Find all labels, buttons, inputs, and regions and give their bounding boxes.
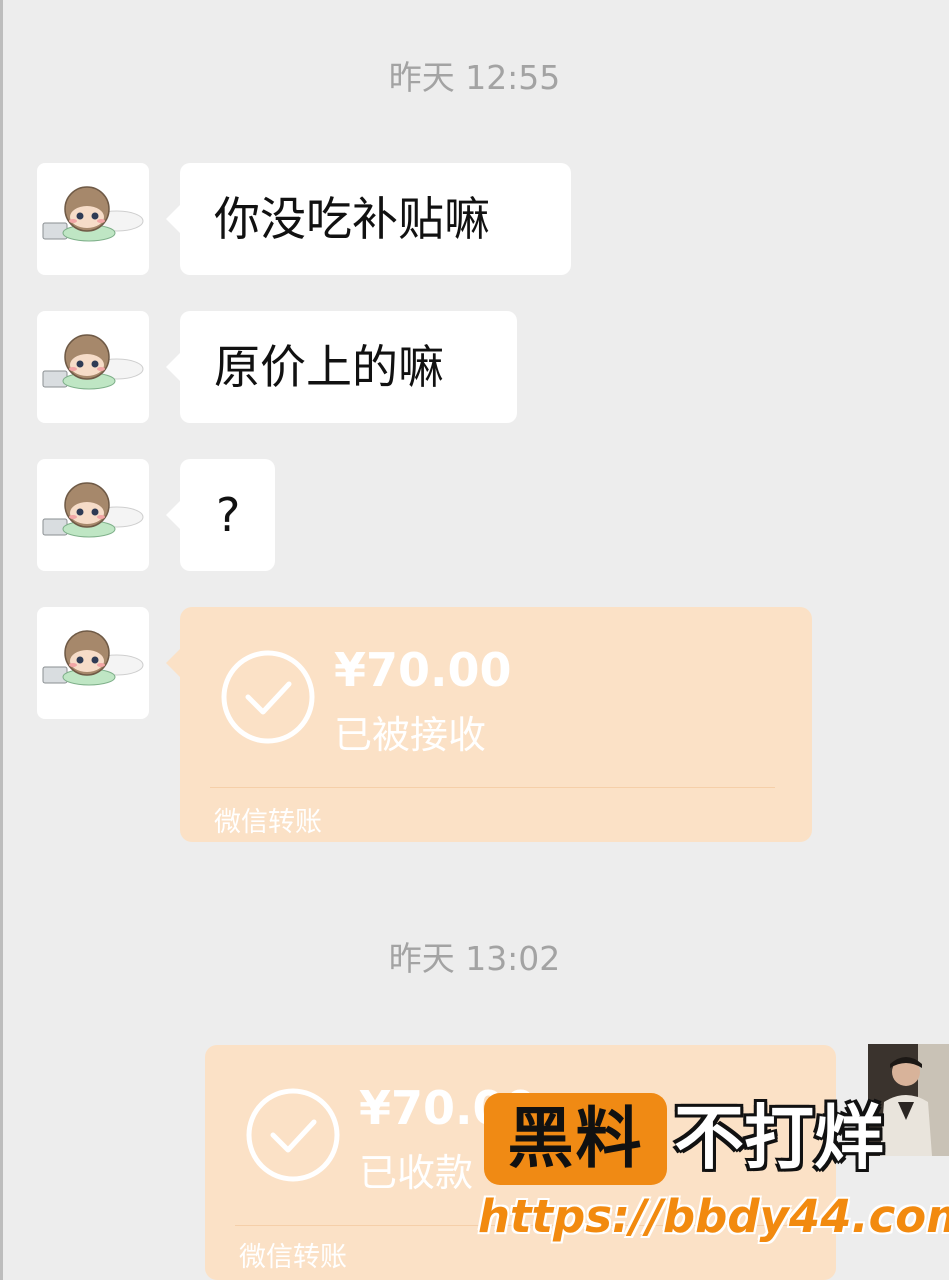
- message-bubble[interactable]: 你没吃补贴嘛: [166, 163, 571, 275]
- avatar-cartoon-icon: [42, 482, 144, 538]
- message-bubble[interactable]: ?: [166, 459, 275, 571]
- divider: [210, 787, 775, 788]
- transfer-status: 已收款: [359, 1151, 474, 1195]
- transfer-footer: 微信转账: [239, 1242, 347, 1273]
- watermark-text: 不打烊: [674, 1097, 884, 1179]
- avatar[interactable]: [37, 311, 149, 423]
- avatar-cartoon-icon: [42, 186, 144, 242]
- watermark-badge: 黑料: [484, 1093, 667, 1185]
- watermark-badge-text: 黑料: [507, 1100, 644, 1177]
- message-bubble[interactable]: 原价上的嘛: [166, 311, 517, 423]
- avatar-cartoon-icon: [42, 334, 144, 390]
- watermark: 黑料 不打烊 https://bbdy44.com: [478, 1088, 949, 1268]
- check-circle-icon: [221, 650, 315, 744]
- window-edge: [0, 0, 3, 1280]
- avatar[interactable]: [37, 607, 149, 719]
- transfer-status: 已被接收: [334, 713, 487, 757]
- timestamp: 昨天 12:55: [388, 58, 561, 97]
- transfer-footer: 微信转账: [214, 807, 322, 838]
- check-circle-icon: [246, 1088, 340, 1182]
- timestamp: 昨天 13:02: [388, 939, 561, 978]
- avatar[interactable]: [37, 163, 149, 275]
- transfer-card-received[interactable]: ¥70.00 已被接收 微信转账: [166, 607, 812, 842]
- avatar[interactable]: [37, 459, 149, 571]
- avatar-cartoon-icon: [42, 630, 144, 686]
- transfer-amount: ¥70.00: [334, 643, 512, 697]
- watermark-url: https://bbdy44.com: [478, 1190, 949, 1243]
